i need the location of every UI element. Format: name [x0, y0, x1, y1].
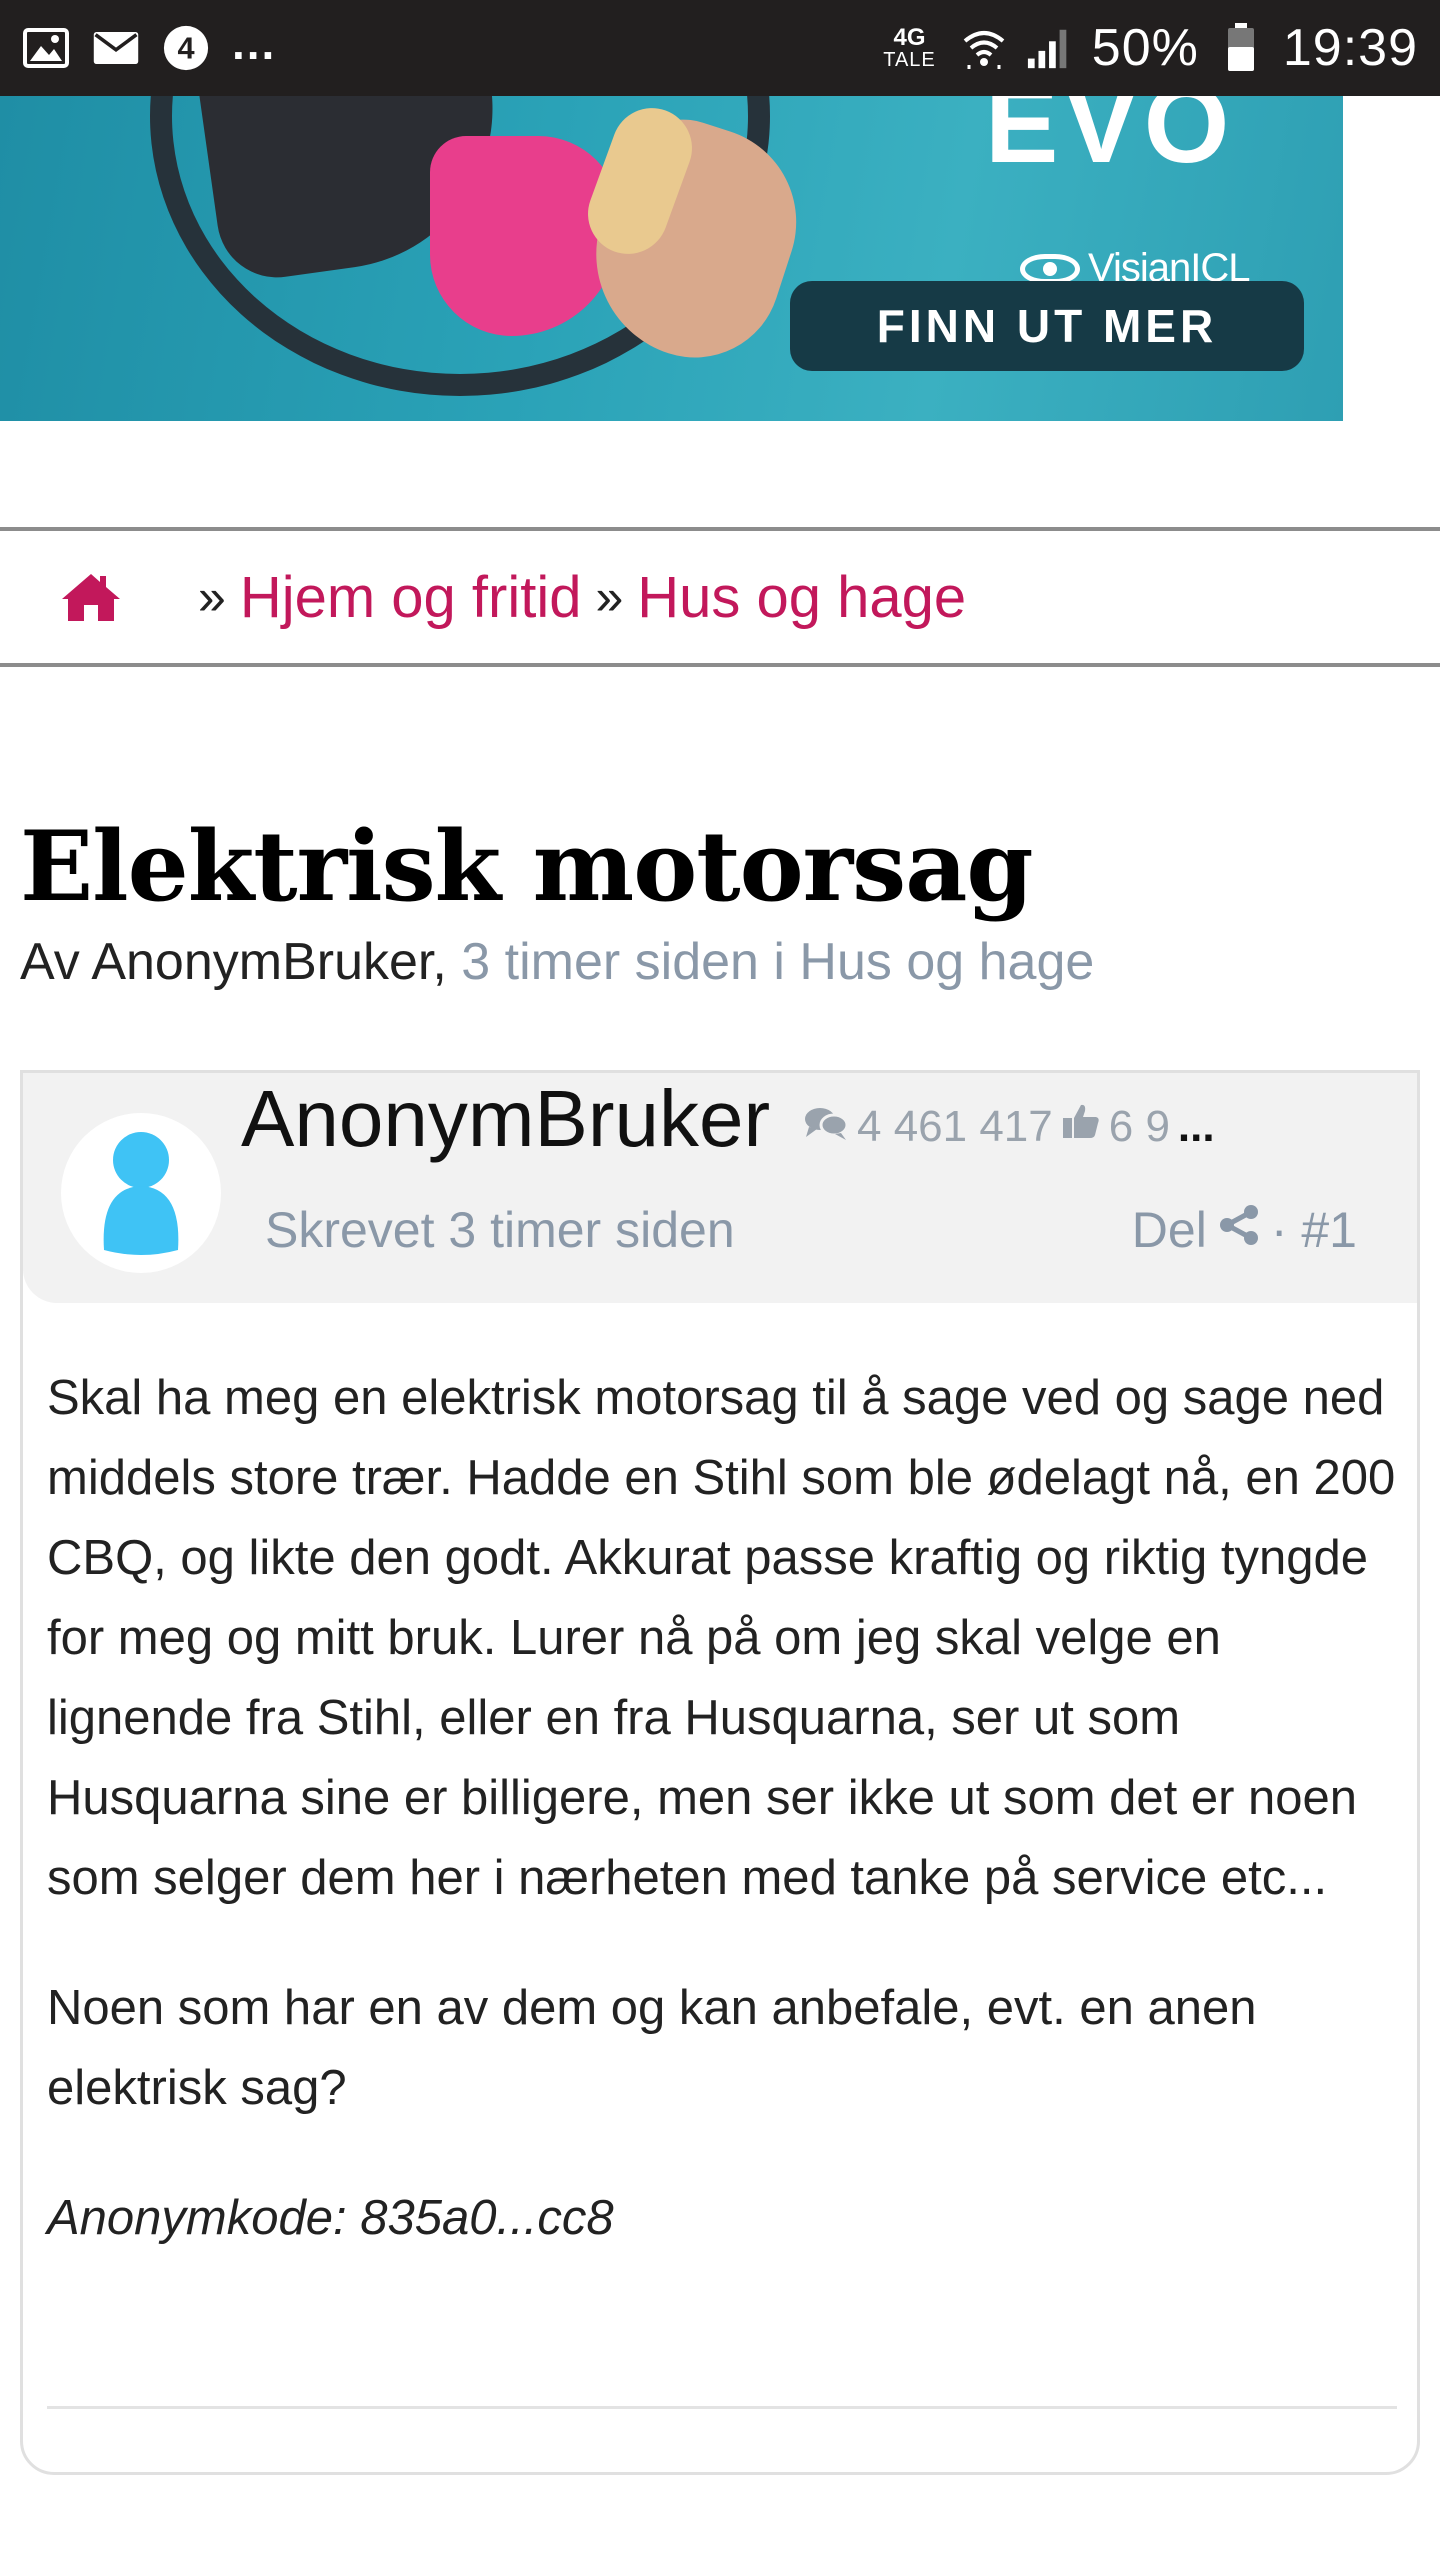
- image-icon: [22, 24, 70, 72]
- thread-byline: Av AnonymBruker, 3 timer siden i Hus og …: [20, 932, 1094, 992]
- post-card: AnonymBruker 4 461 417 6 9... Skrevet 3 …: [20, 1070, 1420, 2475]
- share-label[interactable]: Del: [1132, 1201, 1207, 1259]
- eye-icon: [1020, 253, 1080, 284]
- byline-author: Av AnonymBruker,: [20, 933, 447, 991]
- breadcrumb: » Hjem og fritid » Hus og hage: [0, 527, 1440, 667]
- byline-meta[interactable]: 3 timer siden i Hus og hage: [461, 933, 1094, 991]
- signal-icon: [1026, 24, 1074, 72]
- post-paragraph: Noen som har en av dem og kan anbefale, …: [47, 1981, 1257, 2115]
- ad-headline: EVO: [985, 96, 1236, 186]
- likes-overflow: ...: [1177, 1101, 1215, 1151]
- ad-banner[interactable]: EVO VisianICL FINN UT MER: [0, 96, 1343, 421]
- breadcrumb-item-hjem-og-fritid[interactable]: Hjem og fritid: [240, 564, 582, 631]
- battery-icon: [1217, 23, 1265, 72]
- post-count: 4 461 417: [857, 1101, 1053, 1151]
- ad-cta-button[interactable]: FINN UT MER: [790, 281, 1304, 371]
- thumbs-up-icon: [1061, 1101, 1101, 1152]
- share-group: Del · #1: [1132, 1201, 1357, 1259]
- post-body: Skal ha meg en elektrisk motorsag til å …: [47, 1358, 1412, 2308]
- home-icon[interactable]: [60, 571, 122, 623]
- breadcrumb-separator: »: [595, 569, 624, 625]
- number-badge-icon: 4: [162, 24, 210, 72]
- author-stats: 4 461 417 6 9...: [803, 1101, 1215, 1152]
- anon-code: Anonymkode: 835a0...cc8: [47, 2191, 614, 2245]
- divider: [47, 2406, 1397, 2409]
- post-paragraph: Skal ha meg en elektrisk motorsag til å …: [47, 1371, 1396, 1905]
- badge-number: 4: [177, 31, 194, 66]
- network-top: 4G: [893, 24, 926, 51]
- notification-overflow: ...: [232, 17, 277, 69]
- post-header: AnonymBruker 4 461 417 6 9... Skrevet 3 …: [23, 1073, 1417, 1303]
- breadcrumb-separator: »: [198, 569, 226, 625]
- likes-count: 6 9: [1108, 1101, 1170, 1151]
- clock: 19:39: [1282, 19, 1418, 77]
- battery-percent: 50%: [1091, 19, 1199, 77]
- user-icon: [103, 1132, 179, 1255]
- network-type: 4G TALE: [883, 24, 936, 71]
- breadcrumb-item-hus-og-hage[interactable]: Hus og hage: [637, 564, 966, 631]
- post-timestamp[interactable]: Skrevet 3 timer siden: [265, 1201, 735, 1259]
- mail-icon: [92, 24, 140, 72]
- post-author[interactable]: AnonymBruker: [241, 1073, 770, 1165]
- share-icon[interactable]: [1217, 1201, 1261, 1259]
- thread-title: Elektrisk motorsag: [20, 810, 1034, 923]
- network-bottom: TALE: [883, 49, 936, 71]
- wifi-icon: [960, 24, 1008, 72]
- status-bar: 4 ... 4G TALE 50% 19:39: [0, 0, 1440, 96]
- post-number[interactable]: · #1: [1271, 1201, 1357, 1259]
- comments-icon: [803, 1102, 849, 1152]
- avatar[interactable]: [61, 1113, 221, 1273]
